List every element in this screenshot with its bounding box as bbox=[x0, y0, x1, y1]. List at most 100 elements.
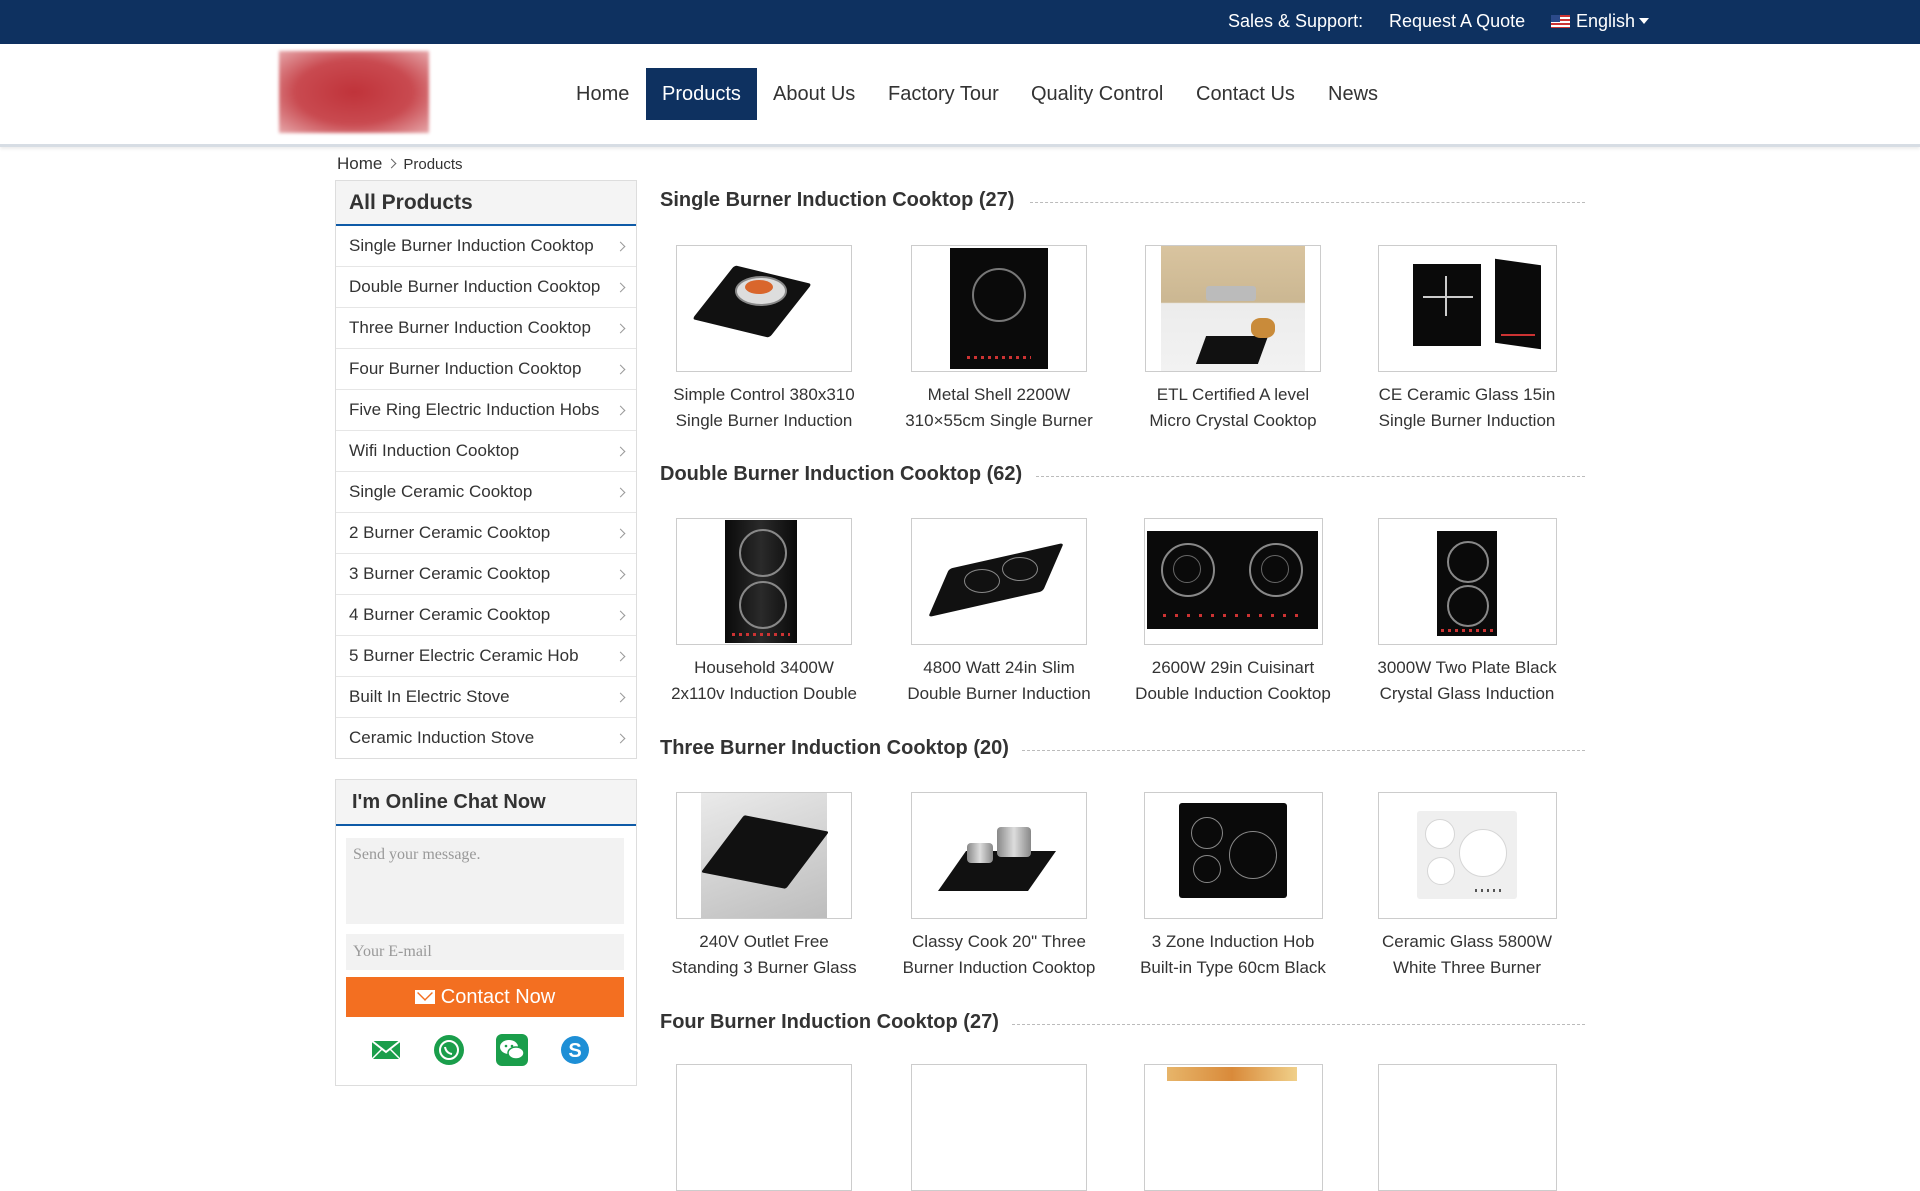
product-image[interactable] bbox=[1377, 1064, 1557, 1191]
wechat-icon[interactable] bbox=[496, 1034, 528, 1066]
product-card[interactable]: ETL Certified A level Micro Crystal Cookt… bbox=[1135, 245, 1331, 434]
product-image[interactable] bbox=[911, 518, 1087, 645]
product-image[interactable] bbox=[1143, 518, 1323, 645]
product-image[interactable] bbox=[676, 1064, 852, 1191]
product-card[interactable]: 4800 Watt 24in Slim Double Burner Inducti… bbox=[901, 518, 1097, 707]
product-image[interactable] bbox=[1377, 518, 1557, 645]
product-name-line: Micro Crystal Cooktop bbox=[1149, 411, 1317, 430]
chevron-right-icon bbox=[615, 405, 626, 416]
sidebar-item[interactable]: Single Ceramic Cooktop bbox=[336, 472, 636, 513]
product-name[interactable]: 3 Zone Induction Hob Built-in Type 60cm B… bbox=[1135, 929, 1331, 981]
nav-home[interactable]: Home bbox=[562, 68, 643, 120]
sidebar-item[interactable]: 5 Burner Electric Ceramic Hob bbox=[336, 636, 636, 677]
product-card[interactable] bbox=[1135, 1064, 1331, 1191]
product-card[interactable]: Household 3400W 2x110v Induction Double bbox=[666, 518, 862, 707]
sidebar-item[interactable]: 3 Burner Ceramic Cooktop bbox=[336, 554, 636, 595]
nav-news[interactable]: News bbox=[1315, 68, 1391, 120]
product-card[interactable]: Ceramic Glass 5800W White Three Burner bbox=[1369, 792, 1565, 981]
product-name[interactable]: Ceramic Glass 5800W White Three Burner bbox=[1369, 929, 1565, 981]
product-name-line: Standing 3 Burner Glass bbox=[671, 958, 857, 977]
product-card[interactable]: 240V Outlet Free Standing 3 Burner Glass bbox=[666, 792, 862, 981]
chevron-right-icon bbox=[386, 158, 397, 169]
product-name[interactable]: 240V Outlet Free Standing 3 Burner Glass bbox=[666, 929, 862, 981]
product-image[interactable] bbox=[911, 245, 1087, 372]
email-icon[interactable] bbox=[370, 1034, 402, 1066]
product-card[interactable]: 2600W 29in Cuisinart Double Induction Coo… bbox=[1135, 518, 1331, 707]
breadcrumb-home[interactable]: Home bbox=[337, 154, 382, 173]
online-chat-panel: I'm Online Chat Now Contact Now S bbox=[335, 779, 637, 1086]
product-card[interactable]: Simple Control 380x310 Single Burner Indu… bbox=[666, 245, 862, 434]
sidebar-item-label: Double Burner Induction Cooktop bbox=[349, 277, 601, 296]
product-image[interactable] bbox=[676, 518, 852, 645]
product-name[interactable]: CE Ceramic Glass 15in Single Burner Induc… bbox=[1369, 382, 1565, 434]
product-image[interactable] bbox=[911, 1064, 1087, 1191]
sidebar-item[interactable]: Wifi Induction Cooktop bbox=[336, 431, 636, 472]
product-name-line: Burner Induction Cooktop bbox=[902, 958, 1096, 977]
product-name[interactable]: Classy Cook 20" Three Burner Induction Co… bbox=[901, 929, 1097, 981]
product-image[interactable] bbox=[1377, 792, 1557, 919]
product-card[interactable]: CE Ceramic Glass 15in Single Burner Induc… bbox=[1369, 245, 1565, 434]
nav-products[interactable]: Products bbox=[646, 68, 757, 120]
section-title[interactable]: Three Burner Induction Cooktop (20) bbox=[660, 737, 1009, 760]
product-card[interactable] bbox=[901, 1064, 1097, 1191]
sidebar-item[interactable]: 2 Burner Ceramic Cooktop bbox=[336, 513, 636, 554]
email-field[interactable] bbox=[346, 934, 624, 970]
product-card[interactable] bbox=[1369, 1064, 1565, 1191]
language-selector[interactable]: English bbox=[1551, 11, 1650, 32]
request-quote-link[interactable]: Request A Quote bbox=[1389, 11, 1525, 32]
skype-icon[interactable]: S bbox=[559, 1034, 591, 1066]
product-card[interactable]: 3 Zone Induction Hob Built-in Type 60cm B… bbox=[1135, 792, 1331, 981]
section-divider bbox=[1012, 1024, 1585, 1025]
product-image[interactable] bbox=[1377, 245, 1557, 372]
sidebar-item-label: Single Burner Induction Cooktop bbox=[349, 236, 594, 255]
product-image[interactable] bbox=[911, 792, 1087, 919]
section-title[interactable]: Single Burner Induction Cooktop (27) bbox=[660, 189, 1014, 212]
message-input[interactable] bbox=[346, 838, 624, 924]
nav-contact-us[interactable]: Contact Us bbox=[1183, 68, 1308, 120]
product-image[interactable] bbox=[1143, 792, 1323, 919]
product-name-line: 4800 Watt 24in Slim bbox=[923, 658, 1075, 677]
sidebar-item[interactable]: Double Burner Induction Cooktop bbox=[336, 267, 636, 308]
sidebar-item[interactable]: Ceramic Induction Stove bbox=[336, 718, 636, 758]
nav-factory-tour[interactable]: Factory Tour bbox=[875, 68, 1012, 120]
product-name-line: Double Burner Induction bbox=[907, 684, 1091, 703]
product-name[interactable]: Household 3400W 2x110v Induction Double bbox=[666, 655, 862, 707]
product-image[interactable] bbox=[1143, 1064, 1323, 1191]
chevron-right-icon bbox=[615, 692, 626, 703]
product-card[interactable] bbox=[666, 1064, 862, 1191]
product-image[interactable] bbox=[676, 245, 852, 372]
sidebar-item-label: Four Burner Induction Cooktop bbox=[349, 359, 582, 378]
section-title[interactable]: Double Burner Induction Cooktop (62) bbox=[660, 463, 1022, 486]
chevron-right-icon bbox=[615, 323, 626, 334]
sidebar-item[interactable]: Built In Electric Stove bbox=[336, 677, 636, 718]
whatsapp-icon[interactable] bbox=[433, 1034, 465, 1066]
company-logo[interactable] bbox=[279, 51, 429, 133]
chevron-right-icon bbox=[615, 610, 626, 621]
caret-down-icon bbox=[1639, 18, 1650, 24]
product-name[interactable]: Metal Shell 2200W 310×55cm Single Burner bbox=[901, 382, 1097, 434]
section-title[interactable]: Four Burner Induction Cooktop (27) bbox=[660, 1011, 999, 1034]
contact-now-button[interactable]: Contact Now bbox=[346, 977, 624, 1017]
nav-quality-control[interactable]: Quality Control bbox=[1018, 68, 1176, 120]
product-card[interactable]: Metal Shell 2200W 310×55cm Single Burner bbox=[901, 245, 1097, 434]
product-name[interactable]: ETL Certified A level Micro Crystal Cookt… bbox=[1135, 382, 1331, 434]
chevron-right-icon bbox=[615, 241, 626, 252]
product-image[interactable] bbox=[1145, 245, 1321, 372]
sidebar-item[interactable]: Four Burner Induction Cooktop bbox=[336, 349, 636, 390]
sales-support-label: Sales & Support: bbox=[1228, 11, 1364, 31]
product-name[interactable]: Simple Control 380x310 Single Burner Indu… bbox=[666, 382, 862, 434]
product-card[interactable]: 3000W Two Plate Black Crystal Glass Induc… bbox=[1369, 518, 1565, 707]
sidebar-item[interactable]: Three Burner Induction Cooktop bbox=[336, 308, 636, 349]
product-card[interactable]: Classy Cook 20" Three Burner Induction Co… bbox=[901, 792, 1097, 981]
product-name[interactable]: 2600W 29in Cuisinart Double Induction Coo… bbox=[1135, 655, 1331, 707]
nav-about-us[interactable]: About Us bbox=[760, 68, 868, 120]
sidebar-item[interactable]: Single Burner Induction Cooktop bbox=[336, 226, 636, 267]
chat-title: I'm Online Chat Now bbox=[336, 780, 636, 826]
product-name-line: ETL Certified A level bbox=[1156, 385, 1310, 404]
product-image[interactable] bbox=[676, 792, 852, 919]
sidebar-item[interactable]: 4 Burner Ceramic Cooktop bbox=[336, 595, 636, 636]
product-name[interactable]: 4800 Watt 24in Slim Double Burner Inducti… bbox=[901, 655, 1097, 707]
sidebar-item[interactable]: Five Ring Electric Induction Hobs bbox=[336, 390, 636, 431]
product-name[interactable]: 3000W Two Plate Black Crystal Glass Induc… bbox=[1369, 655, 1565, 707]
contact-now-label: Contact Now bbox=[440, 986, 556, 1008]
